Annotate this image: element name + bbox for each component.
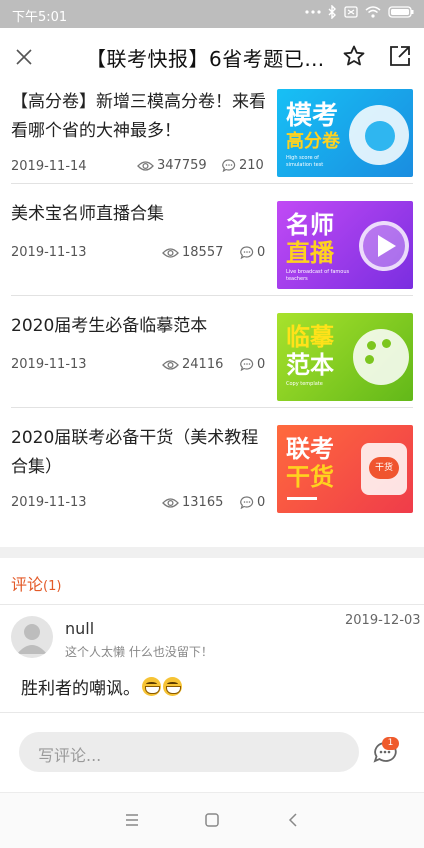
more-dots-icon bbox=[305, 10, 321, 14]
comment-count-value: 0 bbox=[257, 245, 266, 260]
article-item[interactable]: 2020届联考必备干货（美术教程合集） 2019-11-13 13165 0 干… bbox=[11, 424, 413, 516]
article-date: 2019-11-14 bbox=[11, 159, 87, 174]
comment-date: 2019-12-03 bbox=[345, 613, 421, 628]
view-count: 347759 bbox=[137, 158, 207, 173]
eye-icon bbox=[162, 247, 179, 258]
divider bbox=[0, 604, 424, 605]
article-thumbnail: 名师 直播 Live broadcast of famous teachers bbox=[277, 201, 413, 289]
article-title: 美术宝名师直播合集 bbox=[11, 204, 164, 224]
comment-badge: 1 bbox=[382, 737, 399, 750]
star-icon[interactable] bbox=[342, 44, 366, 68]
share-icon[interactable] bbox=[388, 44, 412, 68]
view-count-value: 347759 bbox=[157, 158, 207, 173]
view-count-value: 24116 bbox=[182, 357, 224, 372]
comment-count: 0 bbox=[240, 245, 265, 260]
back-icon[interactable] bbox=[285, 812, 301, 828]
comment-signature: 这个人太懒 什么也没留下！ bbox=[65, 645, 213, 659]
article-item[interactable]: 2020届考生必备临摹范本 2019-11-13 24116 0 临摹 范本 C… bbox=[11, 312, 413, 404]
article-thumbnail: 模考 高分卷 High score of simulation test bbox=[277, 89, 413, 177]
article-title: 2020届考生必备临摹范本 bbox=[11, 316, 208, 336]
page-title: 【联考快报】6省考题已出... bbox=[86, 47, 338, 71]
comment-count-value: 0 bbox=[257, 495, 266, 510]
article-date: 2019-11-13 bbox=[11, 245, 87, 260]
article-title: 2020届联考必备干货（美术教程合集） bbox=[11, 428, 259, 477]
view-count-value: 18557 bbox=[182, 245, 224, 260]
article-item[interactable]: 美术宝名师直播合集 2019-11-13 18557 0 名师 直播 Live … bbox=[11, 200, 413, 292]
system-nav-bar bbox=[0, 792, 424, 848]
battery-icon bbox=[388, 6, 414, 18]
wifi-icon bbox=[365, 6, 381, 18]
view-count-value: 13165 bbox=[182, 495, 224, 510]
eye-icon bbox=[162, 497, 179, 508]
eye-icon bbox=[137, 160, 154, 171]
thumbnail-subtitle: Live broadcast of famous teachers bbox=[286, 269, 350, 282]
article-header: 【联考快报】6省考题已出... bbox=[0, 28, 424, 86]
article-thumbnail: 临摹 范本 Copy template bbox=[277, 313, 413, 401]
comments-label: 评论 bbox=[11, 575, 44, 594]
comment-text-content: 胜利者的嘲讽。 bbox=[21, 679, 140, 699]
article-title: 【高分卷】新增三模高分卷！来看看哪个省的大神最多！ bbox=[11, 92, 266, 141]
home-icon[interactable] bbox=[204, 812, 220, 828]
comment-count: 0 bbox=[240, 357, 265, 372]
status-icons bbox=[305, 5, 414, 19]
comment-bubble-icon bbox=[222, 159, 236, 172]
grin-emoji-icon bbox=[163, 677, 182, 696]
menu-icon[interactable] bbox=[124, 812, 140, 828]
thumbnail-line2: 直播 bbox=[286, 239, 334, 267]
close-icon[interactable] bbox=[12, 45, 36, 69]
divider bbox=[11, 295, 413, 296]
status-time: 下午5:01 bbox=[12, 10, 68, 25]
comment-text: 胜利者的嘲讽。 bbox=[21, 674, 182, 699]
article-date: 2019-11-13 bbox=[11, 495, 87, 510]
divider bbox=[0, 712, 424, 713]
comment-input[interactable]: 写评论... bbox=[19, 732, 359, 772]
comment-bubble-icon bbox=[240, 358, 254, 371]
comments-count: (1) bbox=[43, 579, 62, 594]
comment-bubble-icon bbox=[240, 496, 254, 509]
thumbnail-line2: 范本 bbox=[286, 351, 334, 379]
comments-header: 评论(1) bbox=[11, 571, 61, 595]
bluetooth-icon bbox=[328, 5, 336, 19]
thumbnail-badge: 干货 bbox=[369, 457, 399, 479]
avatar[interactable] bbox=[11, 616, 53, 658]
comment-username[interactable]: null bbox=[65, 619, 94, 638]
section-separator bbox=[0, 547, 424, 558]
comment-count: 0 bbox=[240, 495, 265, 510]
comment-bubble-icon bbox=[240, 246, 254, 259]
divider bbox=[11, 407, 413, 408]
divider bbox=[11, 183, 413, 184]
grin-emoji-icon bbox=[142, 677, 161, 696]
view-count: 24116 bbox=[162, 357, 223, 372]
thumbnail-line1: 名师 bbox=[286, 211, 334, 239]
view-count: 18557 bbox=[162, 245, 223, 260]
thumbnail-line1: 联考 bbox=[286, 435, 334, 463]
thumbnail-line2: 干货 bbox=[286, 463, 334, 491]
status-bar: 下午5:01 bbox=[0, 0, 424, 28]
sim-icon bbox=[344, 6, 358, 18]
eye-icon bbox=[162, 359, 179, 370]
thumbnail-line2: 高分卷 bbox=[286, 131, 340, 152]
thumbnail-line1: 临摹 bbox=[286, 323, 334, 351]
article-thumbnail: 干货 联考 干货 bbox=[277, 425, 413, 513]
view-count: 13165 bbox=[162, 495, 223, 510]
thumbnail-subtitle: High score of simulation test bbox=[286, 155, 324, 168]
comment-count-value: 0 bbox=[257, 357, 266, 372]
comment-count: 210 bbox=[222, 158, 264, 173]
article-item[interactable]: 【高分卷】新增三模高分卷！来看看哪个省的大神最多！ 2019-11-14 347… bbox=[11, 88, 413, 180]
thumbnail-line1: 模考 bbox=[286, 101, 339, 131]
avatar-placeholder-icon bbox=[17, 624, 47, 654]
thumbnail-subtitle: Copy template bbox=[286, 381, 323, 387]
comment-count-value: 210 bbox=[239, 158, 264, 173]
article-date: 2019-11-13 bbox=[11, 357, 87, 372]
